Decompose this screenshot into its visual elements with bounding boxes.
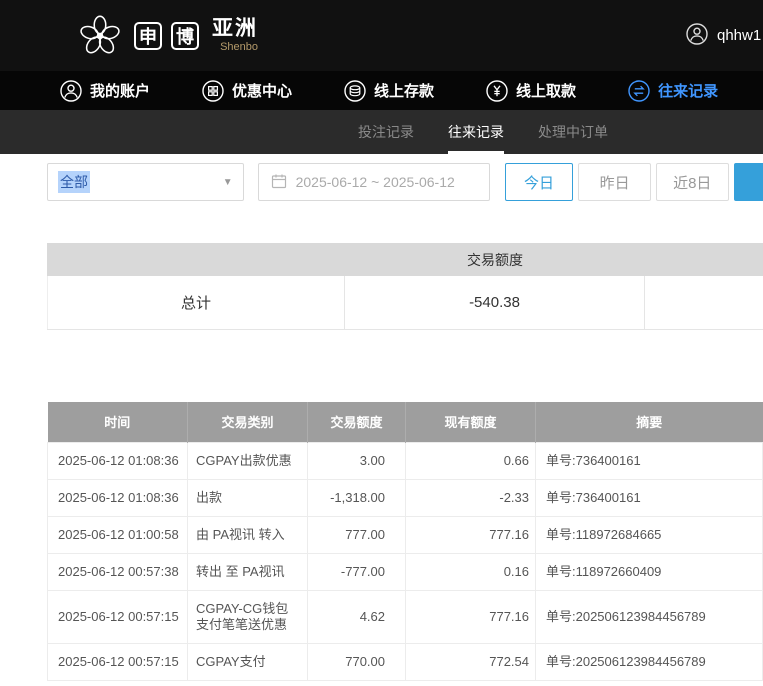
table-row: 2025-06-12 01:08:36CGPAY出款优惠3.000.66单号:7…: [48, 442, 763, 479]
top-header: 申 博 亚洲 Shenbo qhhw1: [0, 0, 763, 71]
today-button[interactable]: 今日: [505, 163, 574, 201]
table-cell: 2025-06-12 01:08:36: [48, 442, 188, 479]
table-cell: 2025-06-12 01:00:58: [48, 516, 188, 553]
yesterday-button[interactable]: 昨日: [578, 163, 651, 201]
user-icon: [686, 23, 708, 49]
type-select[interactable]: 全部 ▼: [47, 163, 244, 201]
table-cell: -777.00: [308, 553, 406, 590]
table-cell: -2.33: [406, 479, 536, 516]
table-row: 2025-06-12 00:57:38转出 至 PA视讯-777.000.16单…: [48, 553, 763, 590]
table-cell: 2025-06-12 01:08:36: [48, 479, 188, 516]
tab-betting-records[interactable]: 投注记录: [358, 110, 414, 154]
date-range-input[interactable]: 2025-06-12 ~ 2025-06-12: [258, 163, 490, 201]
nav-item-withdraw[interactable]: 线上取款: [486, 80, 576, 102]
summary-total-label: 总计: [47, 276, 345, 329]
table-row: 2025-06-12 00:57:15CGPAY-CG钱包支付笔笔送优惠4.62…: [48, 590, 763, 643]
table-cell: 4.62: [308, 590, 406, 643]
user-account[interactable]: qhhw1: [686, 0, 761, 71]
table-cell: 出款: [188, 479, 308, 516]
table-cell: 转出 至 PA视讯: [188, 553, 308, 590]
table-cell: 由 PA视讯 转入: [188, 516, 308, 553]
records-icon: [628, 80, 650, 102]
column-header: 交易额度: [308, 402, 406, 442]
column-header: 现有额度: [406, 402, 536, 442]
calendar-icon: [271, 173, 287, 192]
table-cell: 2025-06-12 00:57:15: [48, 643, 188, 680]
table-cell: 777.00: [308, 516, 406, 553]
nav-item-label: 线上存款: [374, 80, 434, 101]
table-cell: CGPAY出款优惠: [188, 442, 308, 479]
last-8-days-button[interactable]: 近8日: [656, 163, 729, 201]
summary-table: 交易额度 总计 -540.38: [47, 243, 763, 330]
logo-char-bo: 博: [171, 22, 199, 50]
username: qhhw1: [717, 27, 761, 44]
summary-header-label: 交易额度: [345, 250, 645, 270]
summary-header: 交易额度: [47, 243, 763, 276]
logo[interactable]: 申 博 亚洲 Shenbo: [75, 11, 258, 61]
deposit-icon: [344, 80, 366, 102]
nav-item-my-account[interactable]: 我的账户: [60, 80, 150, 102]
logo-region: 亚洲: [212, 18, 258, 40]
table-cell: 770.00: [308, 643, 406, 680]
table-cell: 2025-06-12 00:57:15: [48, 590, 188, 643]
table-cell: 单号:736400161: [536, 442, 763, 479]
table-cell: 单号:118972684665: [536, 516, 763, 553]
main-nav: 我的账户 优惠中心 线上存款: [0, 71, 763, 110]
table-cell: 单号:202506123984456789: [536, 590, 763, 643]
nav-item-label: 线上取款: [516, 80, 576, 101]
table-row: 2025-06-12 00:57:15CGPAY支付770.00772.54单号…: [48, 643, 763, 680]
table-row: 2025-06-12 01:08:36出款-1,318.00-2.33单号:73…: [48, 479, 763, 516]
nav-item-label: 优惠中心: [232, 80, 292, 101]
search-button[interactable]: [734, 163, 763, 201]
summary-row: 总计 -540.38: [47, 276, 763, 330]
promo-icon: [202, 80, 224, 102]
logo-char-shen: 申: [134, 22, 162, 50]
withdraw-icon: [486, 80, 508, 102]
sub-nav: 投注记录 往来记录 处理中订单: [0, 110, 763, 154]
type-select-value: 全部: [58, 171, 90, 193]
column-header: 交易类别: [188, 402, 308, 442]
summary-total-value: -540.38: [345, 276, 645, 329]
nav-item-label: 我的账户: [90, 80, 150, 101]
nav-item-deposit[interactable]: 线上存款: [344, 80, 434, 102]
tab-processing-orders[interactable]: 处理中订单: [538, 110, 608, 154]
table-cell: 单号:736400161: [536, 479, 763, 516]
transactions-table: 时间交易类别交易额度现有额度摘要 2025-06-12 01:08:36CGPA…: [47, 402, 763, 681]
content: 全部 ▼ 2025-06-12 ~ 2025-06-12 今日 昨日 近8日 交…: [0, 163, 763, 681]
logo-brand: Shenbo: [220, 41, 258, 53]
table-cell: CGPAY支付: [188, 643, 308, 680]
table-cell: 2025-06-12 00:57:38: [48, 553, 188, 590]
chevron-down-icon: ▼: [223, 177, 233, 188]
table-cell: 单号:202506123984456789: [536, 643, 763, 680]
table-cell: 0.16: [406, 553, 536, 590]
column-header: 时间: [48, 402, 188, 442]
table-cell: 0.66: [406, 442, 536, 479]
nav-item-promotions[interactable]: 优惠中心: [202, 80, 292, 102]
column-header: 摘要: [536, 402, 763, 442]
nav-item-label: 往来记录: [658, 80, 718, 101]
table-cell: 777.16: [406, 516, 536, 553]
table-cell: 单号:118972660409: [536, 553, 763, 590]
table-row: 2025-06-12 01:00:58由 PA视讯 转入777.00777.16…: [48, 516, 763, 553]
table-header-row: 时间交易类别交易额度现有额度摘要: [48, 402, 763, 442]
account-icon: [60, 80, 82, 102]
nav-item-records[interactable]: 往来记录: [628, 80, 718, 102]
flower-icon: [75, 11, 125, 61]
table-cell: -1,318.00: [308, 479, 406, 516]
date-range-value: 2025-06-12 ~ 2025-06-12: [296, 174, 455, 190]
tab-transaction-records[interactable]: 往来记录: [448, 110, 504, 154]
table-cell: 772.54: [406, 643, 536, 680]
table-cell: CGPAY-CG钱包支付笔笔送优惠: [188, 590, 308, 643]
table-cell: 777.16: [406, 590, 536, 643]
table-cell: 3.00: [308, 442, 406, 479]
filter-row: 全部 ▼ 2025-06-12 ~ 2025-06-12 今日 昨日 近8日: [47, 163, 763, 201]
